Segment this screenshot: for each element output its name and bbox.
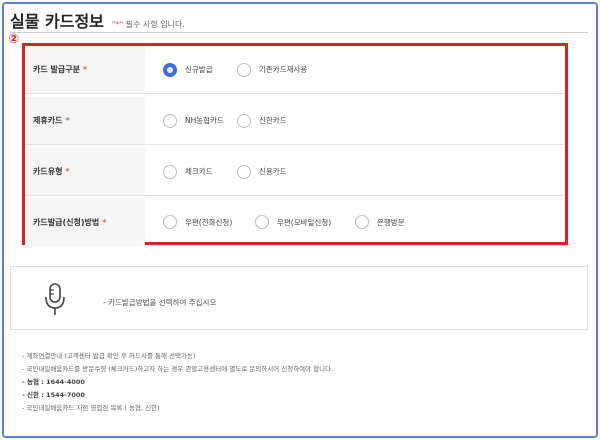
- radio-label: 은행방문: [377, 217, 405, 227]
- row-label-text: 카드 발급구분: [33, 65, 80, 74]
- form-row-issue-type: 카드 발급구분 * 신규발급 기존카드재사용: [25, 46, 565, 94]
- radio-label: 신한카드: [259, 116, 287, 125]
- row-label-text: 카드발급(신청)방법: [33, 217, 100, 227]
- page-title: 실물 카드정보: [10, 12, 104, 31]
- radio-option-mail-mobile[interactable]: 우편(모바일신청): [255, 215, 331, 229]
- radio-option-shinhan-card[interactable]: 신한카드: [237, 113, 287, 128]
- form-row-partner-card: 제휴카드 * NH농협카드 신한카드: [25, 97, 565, 145]
- info-box: - 카드발급방법을 선택하여 주십시오: [10, 266, 588, 330]
- radio-option-nh-card[interactable]: NH농협카드: [163, 113, 224, 128]
- row-label-text: 제휴카드: [33, 116, 63, 125]
- required-star: *: [82, 65, 88, 74]
- required-text: 필수 사항 입니다.: [125, 20, 185, 29]
- radio-button[interactable]: [255, 215, 269, 229]
- radio-button[interactable]: [237, 164, 251, 179]
- form-row-issue-method: 카드발급(신청)방법 * 우편(전화신청) 우편(모바일신청) 은행방문: [25, 198, 565, 246]
- info-message: - 카드발급방법을 선택하여 주십시오: [103, 298, 217, 307]
- radio-button[interactable]: [163, 164, 177, 179]
- row-label: 카드유형 *: [25, 148, 145, 195]
- form-row-card-type: 카드유형 * 체크카드 신용카드: [25, 148, 565, 196]
- radio-button[interactable]: [163, 62, 177, 77]
- note-item: - 신한 : 1544-7000: [22, 391, 85, 399]
- note-item: - 국민내일배움카드를 방문수령 (체크카드)하고자 하는 경우 관할고용센터에…: [22, 365, 334, 373]
- required-star: *: [102, 217, 107, 227]
- radio-option-check-card[interactable]: 체크카드: [163, 164, 213, 179]
- row-label: 제휴카드 *: [25, 97, 145, 144]
- row-label: 카드 발급구분 *: [25, 46, 145, 93]
- required-note: "*" 필수 사항 입니다.: [112, 19, 185, 30]
- row-label: 카드발급(신청)방법 *: [25, 198, 145, 246]
- radio-label: 우편(전화신청): [185, 217, 233, 227]
- note-item: - 계좌연결안내 (고객센터 발급 확인 후 카드사를 통해 선택가능): [22, 352, 196, 360]
- radio-option-mail-phone[interactable]: 우편(전화신청): [163, 215, 232, 229]
- required-star: *: [65, 167, 70, 176]
- radio-label: 신규발급: [185, 65, 213, 74]
- radio-button[interactable]: [163, 215, 177, 229]
- row-label-text: 카드유형: [33, 167, 63, 176]
- radio-label: 우편(모바일신청): [277, 217, 332, 227]
- radio-label: 신용카드: [259, 167, 287, 176]
- radio-button[interactable]: [237, 62, 251, 77]
- section-header: 실물 카드정보 "*" 필수 사항 입니다.: [10, 8, 185, 32]
- radio-option-new-issue[interactable]: 신규발급: [163, 62, 213, 77]
- note-item: - 국민내일배움카드 지점 영업점 목록 ( 농협, 신한): [22, 404, 160, 412]
- radio-label: 체크카드: [185, 167, 213, 176]
- required-star: *: [65, 116, 70, 125]
- radio-label: NH농협카드: [185, 116, 224, 125]
- radio-button[interactable]: [163, 113, 177, 128]
- required-mark: "*": [111, 20, 124, 29]
- title-divider: [10, 32, 588, 33]
- note-item: - 농협 : 1644-4000: [22, 378, 85, 386]
- radio-option-credit-card[interactable]: 신용카드: [237, 164, 287, 179]
- microphone-icon: [45, 283, 65, 315]
- notes-list: - 계좌연결안내 (고객센터 발급 확인 후 카드사를 통해 선택가능) - 국…: [22, 350, 333, 415]
- radio-button[interactable]: [355, 215, 369, 229]
- radio-button[interactable]: [237, 113, 251, 128]
- radio-option-bank-visit[interactable]: 은행방문: [355, 215, 405, 229]
- radio-label: 기존카드재사용: [259, 65, 308, 74]
- radio-option-reuse-card[interactable]: 기존카드재사용: [237, 62, 308, 77]
